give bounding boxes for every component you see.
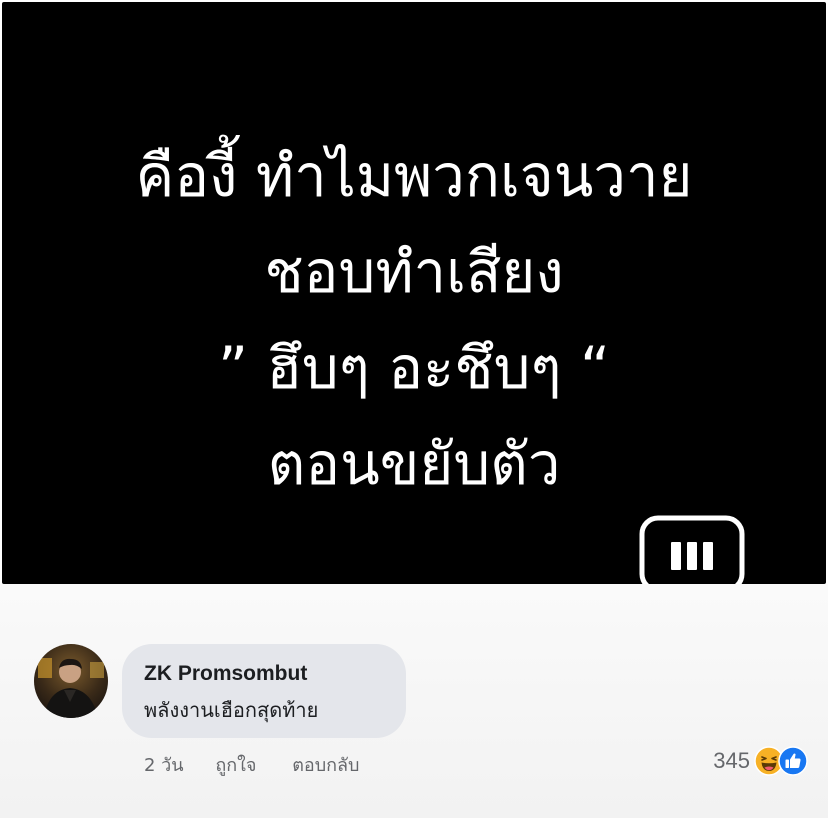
post-text-line-1: คืองี้ ทำไมพวกเจนวาย bbox=[135, 142, 693, 210]
avatar-photo bbox=[34, 644, 108, 718]
like-button[interactable]: ถูกใจ bbox=[215, 755, 256, 776]
comment-section: ZK Promsombut พลังงานเฮือกสุดท้าย 2 วัน … bbox=[0, 584, 828, 818]
comment-author-name[interactable]: ZK Promsombut bbox=[144, 662, 307, 686]
comment-bubble[interactable]: ZK Promsombut พลังงานเฮือกสุดท้าย bbox=[122, 644, 406, 738]
reaction-count: 345 bbox=[713, 748, 750, 773]
post-text-line-3: ” ฮึบๆ อะชึบๆ “ bbox=[217, 334, 611, 402]
avatar[interactable] bbox=[34, 644, 108, 718]
post-text-line-2: ชอบทำเสียง bbox=[264, 238, 564, 306]
reaction-summary[interactable]: 345 bbox=[713, 744, 808, 778]
reply-button[interactable]: ตอบกลับ bbox=[292, 755, 359, 776]
comment-text: พลังงานเฮือกสุดท้าย bbox=[144, 698, 319, 722]
comment-actions: 2 วัน ถูกใจ ตอบกลับ bbox=[144, 750, 389, 779]
screenshot-frame: คืองี้ ทำไมพวกเจนวาย ชอบทำเสียง ” ฮึบๆ อ… bbox=[0, 0, 828, 818]
post-text-line-4: ตอนขยับตัว bbox=[267, 430, 561, 498]
comment-timestamp[interactable]: 2 วัน bbox=[144, 755, 184, 776]
post-image[interactable]: คืองี้ ทำไมพวกเจนวาย ชอบทำเสียง ” ฮึบๆ อ… bbox=[2, 2, 826, 615]
post-text: คืองี้ ทำไมพวกเจนวาย ชอบทำเสียง ” ฮึบๆ อ… bbox=[2, 128, 826, 512]
like-reaction-icon bbox=[778, 746, 808, 776]
